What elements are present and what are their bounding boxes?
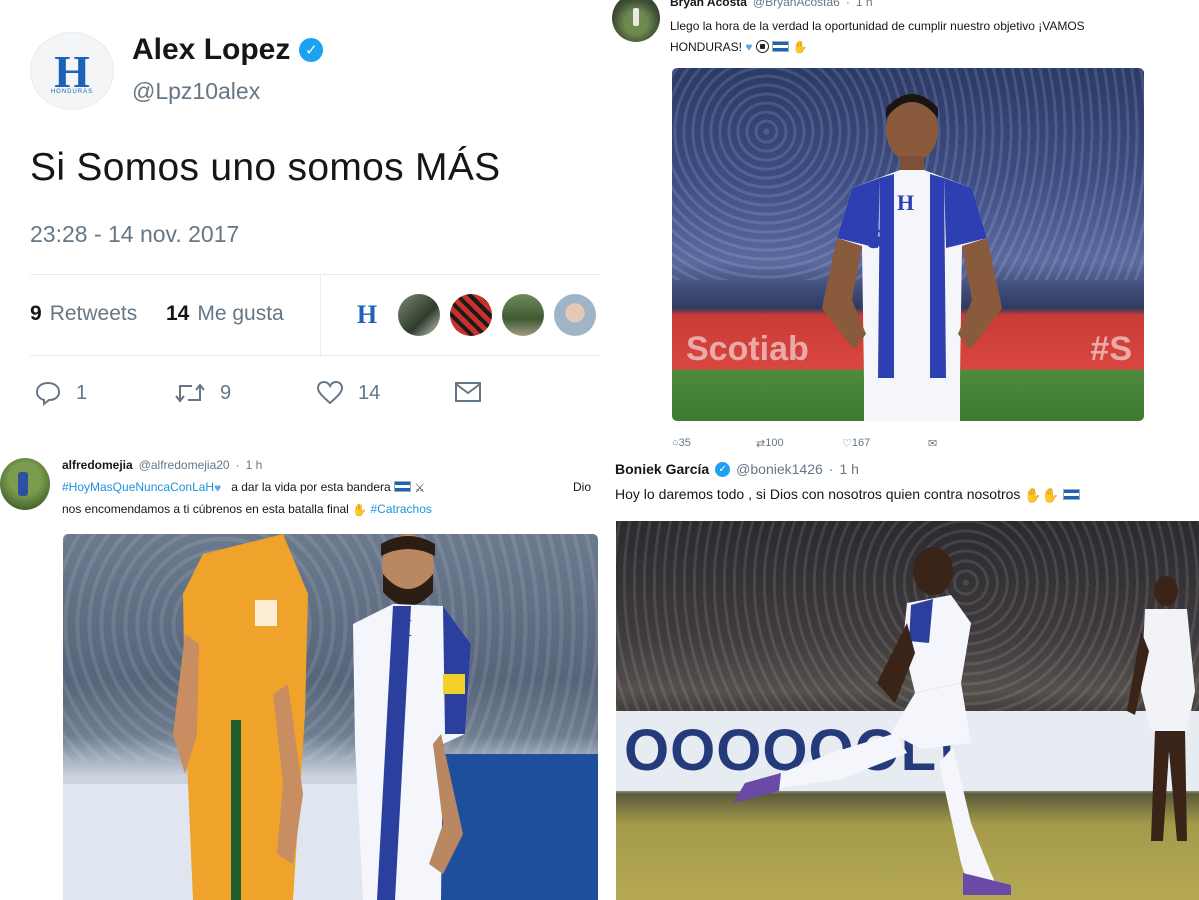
author-row: Bryan Acosta @BryanAcosta6 · 1 h xyxy=(670,0,873,9)
retweet-button[interactable]: 9 xyxy=(174,380,231,406)
verified-icon: ✓ xyxy=(299,38,324,62)
soccer-ball-icon xyxy=(755,40,769,54)
direct-message-button[interactable]: ✉ xyxy=(928,437,937,450)
player-figure xyxy=(353,534,471,900)
tweet-text-line: nos encomendamos a ti cúbrenos en esta b… xyxy=(62,502,432,517)
hashtag-link[interactable]: #Catrachos xyxy=(371,502,432,516)
reply-count: 1 xyxy=(76,381,88,404)
reply-button[interactable]: 1 xyxy=(34,380,87,406)
advertising-board-text: #S xyxy=(1090,330,1132,368)
author-name[interactable]: Boniek García xyxy=(615,461,709,477)
avatar[interactable] xyxy=(0,458,50,510)
like-button[interactable]: 14 xyxy=(316,380,380,406)
honduras-flag-icon xyxy=(772,41,790,53)
player-figure xyxy=(173,534,308,900)
honduras-h-logo: H xyxy=(356,300,378,329)
avatar[interactable] xyxy=(612,0,660,42)
stats-divider xyxy=(320,275,321,355)
blue-heart-icon: ♥ xyxy=(745,40,753,55)
like-button[interactable]: ♡ 167 xyxy=(842,437,870,450)
author-row: Boniek García ✓ @boniek1426 · 1 h xyxy=(615,461,859,477)
author-handle[interactable]: @Lpz10alex xyxy=(132,78,260,105)
blue-heart-icon: ♥ xyxy=(214,480,222,495)
retweets-stat[interactable]: 9 Retweets xyxy=(30,302,137,326)
player-figure xyxy=(733,547,1011,895)
author-name[interactable]: Alex Lopez xyxy=(132,33,290,67)
tweet-time[interactable]: 1 h xyxy=(839,461,858,477)
avatar-sub-text: HONDURAS xyxy=(50,89,94,95)
retweet-button[interactable]: ⇄ 100 xyxy=(756,437,784,450)
tweet-text: Hoy lo daremos todo , si Dios con nosotr… xyxy=(615,486,1081,504)
tweet-text-line: HONDURAS! ♥ ✋ xyxy=(670,37,1085,58)
jersey-h-logo: H xyxy=(393,616,412,642)
hashtag-link[interactable]: #HoyMasQueNuncaConLaH xyxy=(62,480,214,494)
direct-message-button[interactable] xyxy=(454,380,482,404)
tweet-boniek-garcia: Boniek García ✓ @boniek1426 · 1 h Hoy lo… xyxy=(600,450,1199,900)
honduras-flag-icon xyxy=(1063,488,1081,500)
tweet-time[interactable]: 1 h xyxy=(856,0,873,9)
tweet-text-line: #HoyMasQueNuncaConLaH♥ a dar la vida por… xyxy=(62,480,426,495)
avatar[interactable]: H HONDURAS xyxy=(30,32,114,110)
praying-hands-icon: ✋ xyxy=(352,502,368,517)
author-row: alfredomejia @alfredomejia20 · 1 h xyxy=(62,458,263,472)
liker-avatar[interactable] xyxy=(502,294,544,336)
like-count: 14 xyxy=(358,381,381,404)
player-figure xyxy=(1127,576,1195,841)
tweet-time[interactable]: 1 h xyxy=(246,458,263,472)
liker-avatar[interactable] xyxy=(450,294,492,336)
crossed-swords-icon: ⚔ xyxy=(414,480,426,495)
tweet-bryan-acosta: Bryan Acosta @BryanAcosta6 · 1 h Llego l… xyxy=(600,0,1199,450)
author-handle[interactable]: @boniek1426 xyxy=(736,461,823,477)
tweet-photo[interactable]: H xyxy=(63,534,598,900)
like-count: 167 xyxy=(851,437,871,449)
retweet-count: 100 xyxy=(765,437,784,449)
jersey-number: 7 xyxy=(916,621,928,643)
jersey-h-logo: H xyxy=(897,190,915,215)
reply-count: 35 xyxy=(678,437,691,449)
praying-hands-icon: ✋ xyxy=(792,40,808,55)
tweet-stats: 9 Retweets 14 Me gusta H xyxy=(30,274,600,356)
jersey-number: 6 xyxy=(865,222,882,255)
player-figure xyxy=(822,94,1002,421)
likes-stat[interactable]: 14 Me gusta xyxy=(166,302,284,326)
retweet-icon xyxy=(175,383,205,403)
heart-icon xyxy=(316,380,344,405)
retweet-count: 9 xyxy=(220,381,232,404)
praying-hands-icon: ✋✋ xyxy=(1024,486,1060,503)
reply-button[interactable]: ○ 35 xyxy=(672,437,691,449)
verified-icon: ✓ xyxy=(715,461,731,477)
liker-avatar[interactable] xyxy=(398,294,440,336)
tweet-photo[interactable]: OOOOOOL! 7 xyxy=(616,521,1199,900)
author-name[interactable]: Bryan Acosta xyxy=(670,0,747,9)
envelope-icon xyxy=(455,382,481,402)
author-row: Alex Lopez ✓ xyxy=(132,33,324,67)
tweet-text: Llego la hora de la verdad la oportunida… xyxy=(670,16,1085,58)
reply-icon xyxy=(35,381,61,406)
tweet-actions: 1 9 14 xyxy=(34,380,574,416)
tweet-alfredomejia: alfredomejia @alfredomejia20 · 1 h #HoyM… xyxy=(0,450,600,900)
tweet-text: Si Somos uno somos MÁS xyxy=(30,146,501,189)
retweets-count: 9 xyxy=(30,302,42,325)
likes-label: Me gusta xyxy=(197,302,284,325)
retweets-label: Retweets xyxy=(49,302,138,325)
tweet-text-overflow: Dio xyxy=(573,480,592,494)
author-handle[interactable]: @BryanAcosta6 xyxy=(753,0,840,9)
tweet-actions: ○ 35 ⇄ 100 ♡ 167 ✉ xyxy=(672,437,972,450)
tweet-text-line: Llego la hora de la verdad la oportunida… xyxy=(670,19,1085,33)
liker-avatar[interactable]: H xyxy=(346,294,388,336)
liker-avatar[interactable] xyxy=(554,294,596,336)
liker-avatars: H xyxy=(346,294,596,336)
honduras-flag-icon xyxy=(394,481,412,493)
tweet-timestamp[interactable]: 23:28 - 14 nov. 2017 xyxy=(30,221,239,248)
author-handle[interactable]: @alfredomejia20 xyxy=(139,458,230,472)
tweet-photo[interactable]: Scotiab #S H 6 xyxy=(672,68,1144,421)
author-name[interactable]: alfredomejia xyxy=(62,458,133,472)
tweet-alex-lopez: H HONDURAS Alex Lopez ✓ @Lpz10alex Si So… xyxy=(0,0,600,450)
likes-count: 14 xyxy=(166,302,190,325)
